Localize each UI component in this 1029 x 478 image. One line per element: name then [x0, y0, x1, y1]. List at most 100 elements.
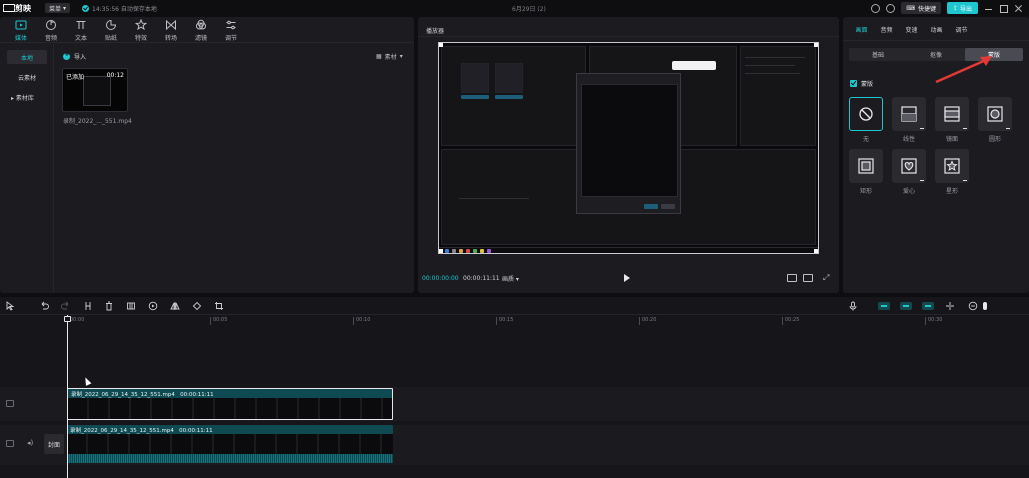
tab-adjust-props[interactable]: 调节 — [949, 17, 974, 41]
mask-tile — [935, 97, 969, 131]
settings-icon[interactable] — [886, 3, 896, 13]
zoom-slider-handle[interactable] — [983, 302, 987, 310]
video-preview[interactable] — [438, 42, 819, 254]
crop-icon[interactable] — [214, 301, 224, 311]
fullscreen-icon[interactable]: ⤢ — [823, 273, 829, 283]
mask-tile — [892, 97, 926, 131]
crop-handle[interactable] — [814, 249, 818, 253]
ruler-tick — [353, 317, 354, 325]
tab-text[interactable]: 文本 — [66, 17, 96, 43]
tab-filter[interactable]: 滤镜 — [186, 17, 216, 43]
preview-dialog-body — [581, 84, 678, 197]
checkbox-checked-icon[interactable] — [850, 80, 857, 87]
taskbar-icon — [466, 249, 470, 253]
playhead[interactable] — [67, 315, 68, 478]
playhead-handle[interactable] — [64, 316, 71, 322]
ruler-tick — [496, 317, 497, 325]
tab-sound[interactable]: 音频 — [874, 17, 899, 41]
ruler-label: 00:20 — [642, 317, 657, 323]
crop-handle[interactable] — [439, 43, 443, 47]
mask-option-rectangle[interactable]: 矩形 — [849, 149, 883, 195]
zoom-out-icon[interactable] — [968, 301, 978, 311]
tab-picture[interactable]: 画面 — [849, 17, 874, 41]
tab-transition[interactable]: 转场 — [156, 17, 186, 43]
speaker-icon[interactable]: ◂) — [27, 439, 33, 447]
preview-axis-icon[interactable] — [945, 301, 955, 311]
main-track-magnet-icon[interactable] — [878, 302, 890, 310]
ruler-tick — [782, 317, 783, 325]
crop-handle[interactable] — [814, 43, 818, 47]
tab-media[interactable]: 媒体 — [6, 17, 36, 43]
auto-snap-icon[interactable] — [900, 302, 912, 310]
shortcut-label: 快捷键 — [917, 5, 936, 13]
minimize-icon[interactable] — [984, 4, 993, 13]
timeline-ruler[interactable]: 00:00 00:05 00:10 00:15 00:20 00:25 00:30 — [0, 315, 1029, 326]
maximize-icon[interactable] — [999, 4, 1008, 13]
export-button[interactable]: ⇪ 导出 — [946, 2, 978, 14]
check-circle-icon — [82, 4, 90, 12]
preview-popup — [672, 61, 716, 70]
sidebar-item-local[interactable]: 本地 — [7, 50, 47, 64]
ruler-label: 00:15 — [499, 317, 514, 323]
mask-option-label: 圆形 — [988, 136, 1001, 143]
tab-audio-label: 音频 — [44, 34, 57, 42]
taskbar-icon — [480, 249, 484, 253]
track-visibility-icon[interactable] — [6, 400, 14, 407]
split-icon[interactable] — [83, 301, 93, 311]
track-lock-icon[interactable] — [6, 440, 14, 447]
waveform-icon[interactable] — [787, 274, 797, 282]
mask-option-heart[interactable]: 爱心 — [892, 149, 926, 195]
tab-sticker[interactable]: 贴纸 — [96, 17, 126, 43]
microphone-icon[interactable] — [848, 301, 858, 311]
tab-adjust[interactable]: 调节 — [216, 17, 246, 43]
chevron-down-icon: ▾ — [399, 53, 403, 60]
mirror-icon[interactable] — [170, 301, 180, 311]
play-icon[interactable] — [624, 274, 630, 282]
effects-icon — [135, 18, 147, 30]
cover-button[interactable]: 封面 — [44, 434, 64, 454]
help-icon[interactable] — [871, 3, 881, 13]
close-icon[interactable] — [1014, 4, 1023, 13]
subtab-basic[interactable]: 基础 — [849, 48, 907, 61]
reverse-icon[interactable] — [148, 301, 158, 311]
export-label: 导出 — [959, 5, 972, 13]
none-mask-icon — [859, 107, 873, 121]
tab-animation[interactable]: 动画 — [924, 17, 949, 41]
current-time: 00:00:00:00 — [422, 275, 459, 282]
sidebar-item-cloud[interactable]: 云素材 — [7, 70, 47, 84]
mask-option-mirror[interactable]: 镜面 — [935, 97, 969, 143]
preview-line — [459, 198, 529, 199]
undo-icon[interactable] — [39, 301, 49, 311]
mirror-mask-icon — [944, 106, 960, 122]
select-cursor-icon[interactable] — [5, 301, 15, 311]
download-icon — [1006, 125, 1010, 129]
download-icon — [963, 177, 967, 181]
import-button[interactable]: 导入 — [63, 50, 86, 61]
tab-audio[interactable]: 音频 — [36, 17, 66, 43]
tab-speed[interactable]: 变速 — [899, 17, 924, 41]
chevron-down-icon: ▾ — [63, 4, 67, 12]
mask-option-linear[interactable]: 线性 — [892, 97, 926, 143]
main-video-clip[interactable]: 录制_2022_06_29_14_35_12_551.mp4 00:00:11:… — [67, 425, 393, 454]
sidebar-item-library[interactable]: ▸ 素材库 — [7, 90, 47, 104]
video-clip-selected[interactable]: 录制_2022_06_29_14_35_12_551.mp4 00:00:11:… — [67, 388, 393, 420]
rotate-icon[interactable] — [192, 301, 202, 311]
sort-dropdown[interactable]: ▦ 素材 ▾ — [376, 52, 403, 61]
mask-option-circle[interactable]: 圆形 — [978, 97, 1012, 143]
taskbar-icon — [473, 249, 477, 253]
delete-icon[interactable] — [104, 301, 114, 311]
linkage-icon[interactable] — [922, 302, 934, 310]
mask-option-none[interactable]: 无 — [849, 97, 883, 143]
redo-icon[interactable] — [61, 301, 71, 311]
export-icon: ⇪ — [952, 4, 958, 12]
mask-toggle[interactable]: 蒙版 — [850, 79, 873, 88]
freeze-frame-icon[interactable] — [126, 301, 136, 311]
crop-handle[interactable] — [439, 249, 443, 253]
mask-option-star[interactable]: 星形 — [935, 149, 969, 195]
media-thumbnail[interactable]: 已添加 00:12 — [62, 68, 128, 112]
quality-dropdown[interactable]: 画质 ▾ — [502, 274, 519, 283]
shortcut-button[interactable]: ⌨ 快捷键 — [901, 2, 941, 14]
menu-button[interactable]: 菜单 ▾ — [45, 3, 71, 13]
tab-effects[interactable]: 特效 — [126, 17, 156, 43]
ratio-icon[interactable] — [803, 274, 813, 282]
